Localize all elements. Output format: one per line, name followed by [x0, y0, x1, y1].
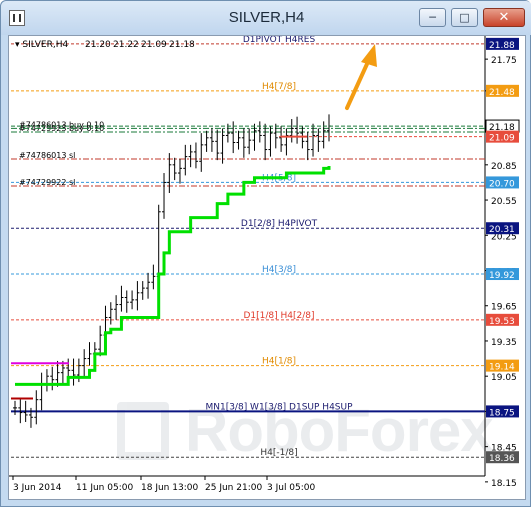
price-tick-label: 19.35: [491, 338, 517, 348]
close-button[interactable]: ✕: [483, 8, 525, 27]
level-price-label: 19.14: [489, 363, 515, 373]
price-tick-label: 21.75: [491, 56, 517, 66]
chart-area[interactable]: RoboForex 21.7521.4821.1820.8520.5520.25…: [8, 35, 526, 500]
price-tick-label: 20.55: [491, 197, 517, 207]
order-label: #74786013 sl: [19, 151, 75, 160]
minimize-icon: ─: [429, 11, 436, 24]
level-label: MN1[3/8] W1[3/8] D1SUP H4SUP: [205, 402, 353, 412]
header-symbol-label: ▾ SILVER,H4: [15, 40, 68, 50]
red-price-label: 21.09: [489, 134, 515, 144]
header-open: 21.20: [85, 40, 111, 50]
header-close: 21.18: [169, 40, 195, 50]
maximize-button[interactable]: □: [451, 8, 478, 27]
level-price-label: 18.75: [489, 408, 515, 418]
price-tick-label: 20.85: [491, 162, 517, 172]
level-price-label: 21.88: [489, 41, 515, 51]
order-label: #74786013 buy 0.10: [19, 120, 104, 129]
level-label: D1PIVOT H4RES: [243, 36, 316, 45]
time-tick-label: 25 Jun 21:00: [205, 483, 262, 493]
level-label: H4[1/8]: [262, 357, 296, 367]
level-label: D1[1/8] H4[2/8]: [243, 311, 314, 321]
level-price-label: 19.53: [489, 317, 515, 327]
level-label: H4[7/8]: [262, 82, 296, 92]
level-label: H4[-1/8]: [260, 448, 297, 458]
up-arrow-shaft: [345, 62, 369, 110]
level-label: D1[2/8] H4PIVOT: [241, 219, 318, 229]
title-bar[interactable]: SILVER,H4 ─ □ ✕: [1, 1, 531, 35]
level-price-label: 20.70: [489, 179, 515, 189]
trailing-stop-line: [15, 165, 331, 386]
price-tick-label: 19.65: [491, 303, 517, 313]
minimize-button[interactable]: ─: [419, 8, 446, 27]
close-icon: ✕: [498, 10, 510, 25]
time-tick-label: 3 Jul 05:00: [267, 483, 316, 493]
level-price-label: 19.92: [489, 271, 515, 281]
time-tick-label: 3 Jun 2014: [13, 483, 62, 493]
time-tick-label: 11 Jun 05:00: [76, 483, 133, 493]
time-tick-label: 18 Jun 13:00: [141, 483, 198, 493]
level-price-label: 20.31: [489, 225, 515, 235]
up-arrow-icon: [361, 44, 377, 67]
level-label: H4[3/8]: [262, 265, 296, 275]
header-low: 21.09: [141, 40, 167, 50]
price-tick-label: 19.05: [491, 373, 517, 383]
maximize-icon: □: [459, 11, 470, 24]
order-label: #74729922 sl: [19, 178, 75, 187]
level-price-label: 18.36: [489, 454, 515, 464]
chart-window: SILVER,H4 ─ □ ✕ RoboForex 21.7521.4821.1…: [0, 0, 531, 507]
level-price-label: 21.48: [489, 88, 515, 98]
price-tick-label: 18.15: [491, 479, 517, 489]
price-chart[interactable]: 21.7521.4821.1820.8520.5520.2519.9519.65…: [9, 36, 525, 499]
header-high: 21.22: [113, 40, 139, 50]
